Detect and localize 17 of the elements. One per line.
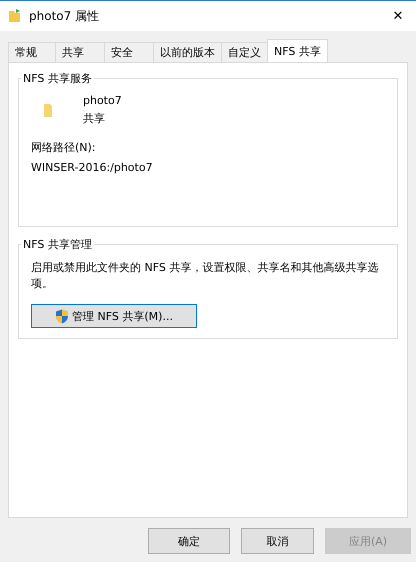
window-title: photo7 属性 — [29, 8, 100, 24]
path-label: 网络路径(N): — [31, 140, 97, 155]
close-button[interactable]: ✕ — [380, 1, 416, 31]
group-title: NFS 共享管理 — [22, 237, 93, 252]
tab[interactable]: NFS 共享 — [267, 39, 328, 62]
network-path: WINSER-2016:/photo7 — [31, 161, 154, 174]
group-title: NFS 共享服务 — [22, 71, 93, 86]
dialog-button[interactable]: 取消 — [241, 528, 314, 554]
manage-button[interactable]: 管理 NFS 共享(M)... — [31, 304, 197, 328]
shield-icon — [55, 308, 70, 324]
dialog-button[interactable]: 确定 — [148, 528, 230, 554]
folder-status: 共享 — [83, 111, 106, 126]
folder-icon — [7, 8, 23, 24]
folder-name: photo7 — [83, 94, 122, 107]
folder-icon — [43, 103, 53, 117]
description: 启用或禁用此文件夹的 NFS 共享，设置权限、共享名和其他高级共享选项。 — [31, 260, 380, 292]
tab[interactable]: 常规 — [8, 42, 56, 62]
